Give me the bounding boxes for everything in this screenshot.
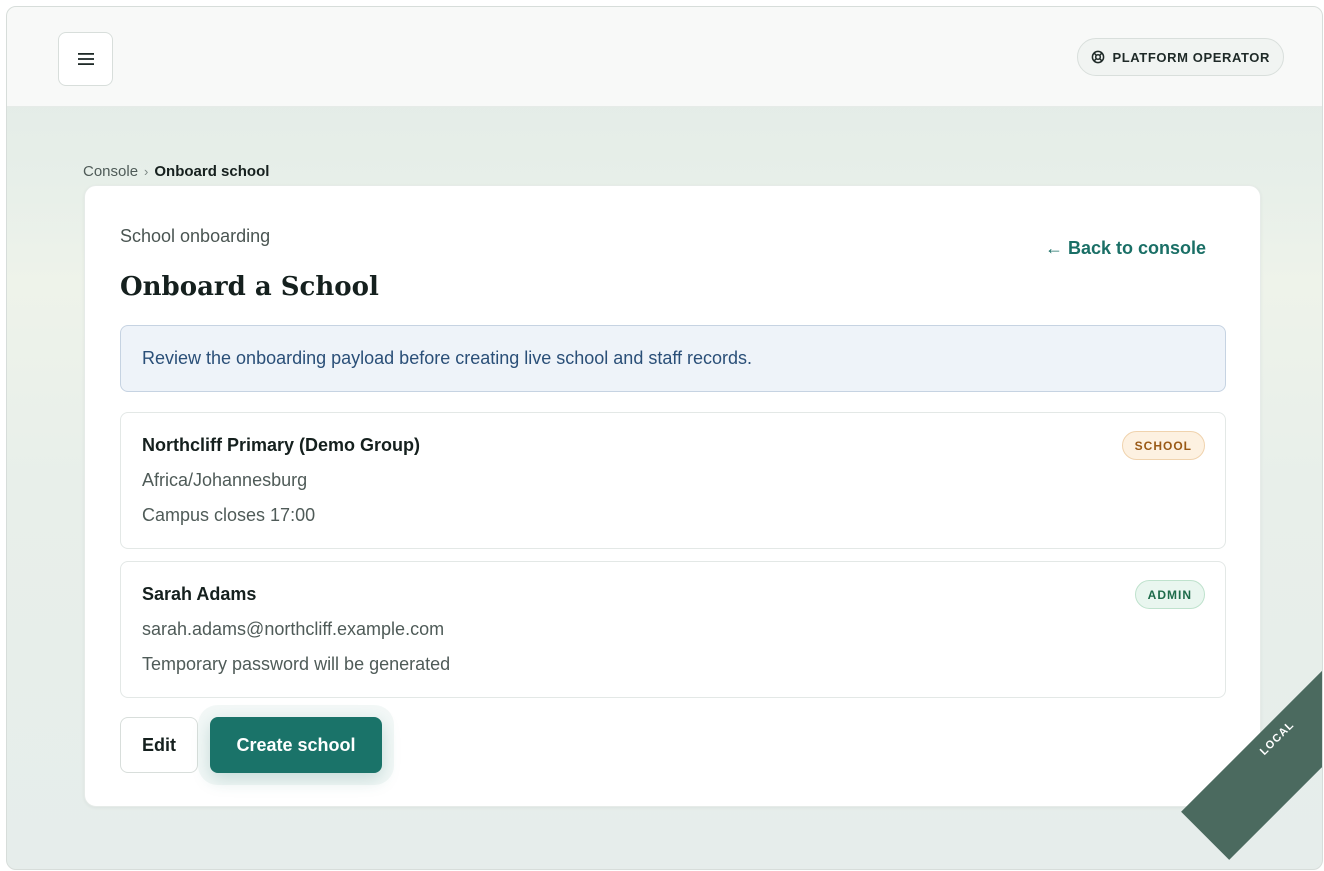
platform-operator-badge[interactable]: PLATFORM OPERATOR	[1077, 38, 1284, 76]
menu-button[interactable]	[58, 32, 113, 86]
admin-badge: ADMIN	[1134, 580, 1205, 609]
admin-email: sarah.adams@northcliff.example.com	[142, 619, 445, 639]
breadcrumb-separator: ›	[144, 164, 149, 179]
lifebuoy-icon	[1091, 50, 1105, 64]
breadcrumb: Console › Onboard school	[83, 163, 269, 180]
school-record-card: Northcliff Primary (Demo Group) Africa/J…	[120, 412, 1226, 549]
onboarding-card: School onboarding ← Back to console Onbo…	[84, 185, 1261, 807]
review-notice: Review the onboarding payload before cre…	[120, 325, 1226, 392]
admin-password-note: Temporary password will be generated	[142, 654, 451, 674]
review-notice-text: Review the onboarding payload before cre…	[142, 348, 753, 368]
app-frame: PLATFORM OPERATOR Console › Onboard scho…	[6, 6, 1323, 870]
breadcrumb-current: Onboard school	[154, 163, 270, 180]
admin-record-card: Sarah Adams sarah.adams@northcliff.examp…	[120, 561, 1226, 698]
card-eyebrow: School onboarding	[120, 226, 271, 246]
school-timezone: Africa/Johannesburg	[142, 470, 308, 490]
environment-label: LOCAL	[1257, 718, 1297, 758]
back-to-console-link[interactable]: ← Back to console	[1045, 238, 1206, 259]
school-name: Northcliff Primary (Demo Group)	[142, 435, 421, 455]
school-badge: SCHOOL	[1121, 431, 1205, 460]
edit-button[interactable]: Edit	[120, 717, 198, 773]
create-school-button[interactable]: Create school	[210, 717, 382, 773]
platform-operator-label: PLATFORM OPERATOR	[1112, 49, 1270, 65]
hamburger-menu-icon	[77, 52, 94, 66]
top-bar: PLATFORM OPERATOR	[7, 7, 1322, 107]
admin-name: Sarah Adams	[142, 584, 257, 604]
page-title: Onboard a School	[120, 272, 379, 302]
breadcrumb-console-link[interactable]: Console	[83, 163, 138, 180]
school-closing-time: Campus closes 17:00	[142, 505, 316, 525]
